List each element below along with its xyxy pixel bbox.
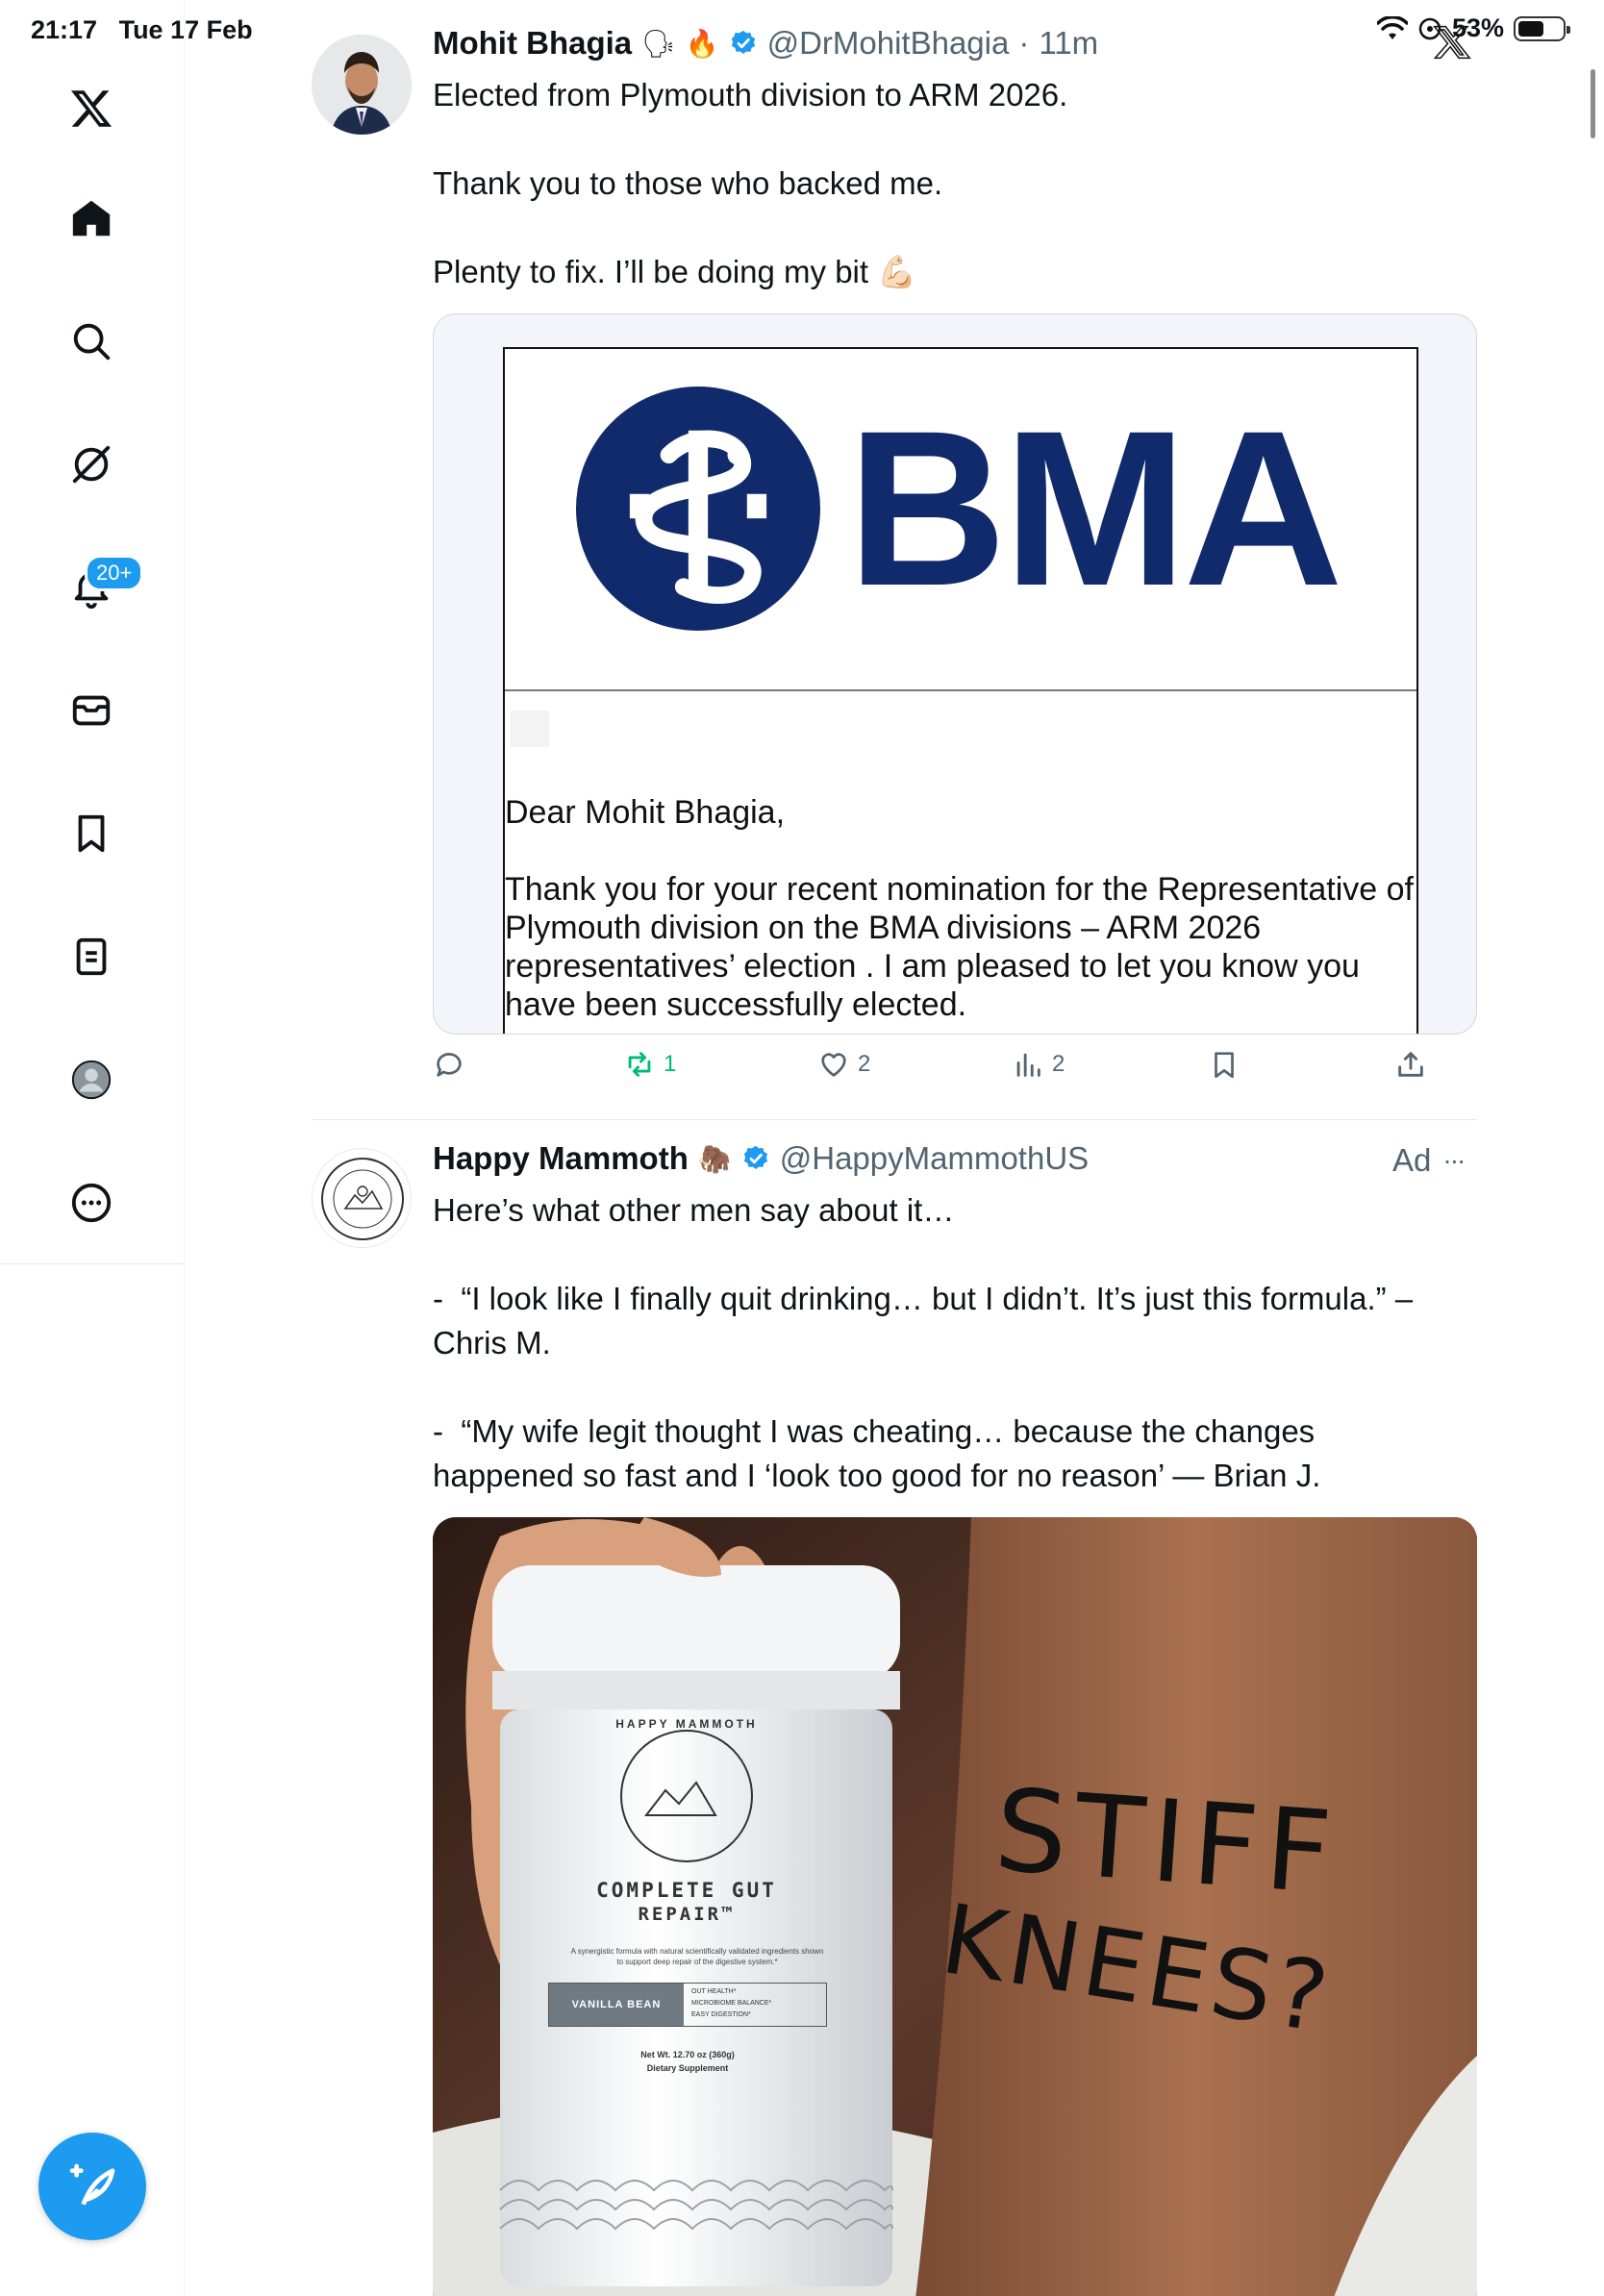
reply-icon bbox=[437, 1053, 462, 1077]
fire-emoji-icon: 🔥 bbox=[685, 28, 719, 59]
bma-emblem-icon bbox=[576, 387, 820, 631]
advertiser-handle[interactable]: @HappyMammothUS bbox=[780, 1140, 1089, 1177]
letter-salutation: Dear Mohit Bhagia, bbox=[505, 794, 786, 831]
battery-percent: 53% bbox=[1451, 13, 1504, 42]
home-icon[interactable] bbox=[62, 188, 121, 248]
product-name-line2: REPAIR™ bbox=[638, 1904, 736, 1925]
letter-redaction bbox=[511, 711, 549, 747]
like-button[interactable]: 2 bbox=[817, 1048, 870, 1081]
advertiser-avatar[interactable] bbox=[312, 1148, 412, 1248]
tweet1-header: Mohit Bhagia 🗣 🔥 @DrMohitBhagia · 11m bbox=[433, 25, 1098, 62]
product-name-line1: COMPLETE GUT bbox=[596, 1879, 777, 1902]
notifications-badge: 20+ bbox=[85, 555, 144, 591]
tweet-timestamp[interactable]: 11m bbox=[1039, 25, 1098, 62]
bookmark-button[interactable] bbox=[1208, 1048, 1241, 1081]
sidebar: 20+ bbox=[0, 0, 185, 2296]
repost-icon bbox=[628, 1052, 651, 1077]
search-icon[interactable] bbox=[62, 312, 121, 371]
letter-body: Dear Mohit Bhagia, Thank you for your re… bbox=[505, 793, 1416, 1024]
grok-icon[interactable] bbox=[62, 435, 121, 494]
like-count: 2 bbox=[858, 1051, 871, 1077]
bma-logo: BMA bbox=[576, 386, 1415, 632]
letter-paragraph: Thank you for your recent nomination for… bbox=[505, 871, 1414, 1023]
orientation-lock-icon bbox=[1418, 17, 1441, 39]
tweet1-media[interactable]: BMA Dear Mohit Bhagia, Thank you for you… bbox=[433, 313, 1477, 1035]
author-handle[interactable]: @DrMohitBhagia bbox=[767, 25, 1010, 62]
views-button[interactable]: 2 bbox=[1012, 1048, 1065, 1081]
wifi-icon bbox=[1376, 15, 1408, 39]
tweet1-text: Elected from Plymouth division to ARM 20… bbox=[433, 77, 1068, 289]
heart-icon bbox=[821, 1053, 846, 1077]
views-count: 2 bbox=[1052, 1051, 1065, 1077]
product-benefits: OUT HEALTH* MICROBIOME BALANCE* EASY DIG… bbox=[684, 1984, 826, 2026]
verified-badge-icon bbox=[731, 30, 755, 54]
speaking-head-emoji-icon: 🗣 bbox=[641, 28, 676, 59]
advertiser-name[interactable]: Happy Mammoth bbox=[433, 1140, 689, 1177]
product-brand-ring: HAPPY MAMMOTH bbox=[615, 1717, 758, 1731]
profile-avatar-icon[interactable] bbox=[62, 1050, 121, 1110]
articles-icon[interactable] bbox=[62, 927, 121, 986]
product-flavor: VANILLA BEAN bbox=[549, 1984, 684, 2026]
ad-indicator: Ad ··· bbox=[1392, 1142, 1466, 1179]
product-supplement-label: Dietary Supplement bbox=[646, 2063, 729, 2073]
benefit-1: OUT HEALTH* bbox=[691, 1988, 737, 1995]
repost-button[interactable]: 1 bbox=[623, 1048, 676, 1081]
ad-label: Ad bbox=[1392, 1142, 1432, 1178]
tweet2-header: Happy Mammoth 🦣 @HappyMammothUS bbox=[433, 1140, 1089, 1177]
benefit-2: MICROBIOME BALANCE* bbox=[691, 2000, 772, 2007]
bma-letter-image: BMA Dear Mohit Bhagia, Thank you for you… bbox=[503, 347, 1418, 1034]
status-indicators: 53% bbox=[1376, 13, 1570, 43]
share-button[interactable] bbox=[1394, 1048, 1427, 1081]
product-net-weight: Net Wt. 12.70 oz (360g) bbox=[640, 2050, 735, 2059]
more-options-icon[interactable] bbox=[62, 1173, 121, 1233]
bma-wordmark: BMA bbox=[847, 385, 1343, 632]
bookmark-icon bbox=[1215, 1052, 1234, 1079]
happy-mammoth-logo-icon bbox=[321, 1158, 404, 1240]
battery-icon bbox=[1514, 15, 1570, 41]
dot-separator: · bbox=[1018, 25, 1030, 61]
product-description: A synergistic formula with natural scien… bbox=[570, 1947, 824, 1966]
tweet1-actions: 1 2 2 bbox=[433, 1048, 1477, 1096]
mammoth-emoji-icon: 🦣 bbox=[697, 1143, 732, 1174]
compose-feather-icon bbox=[69, 2163, 115, 2206]
more-menu-button[interactable]: ··· bbox=[1442, 1145, 1466, 1176]
messages-icon[interactable] bbox=[62, 681, 121, 740]
sidebar-divider bbox=[0, 1263, 185, 1264]
tweet2-text: Here’s what other men say about it… - “I… bbox=[433, 1192, 1414, 1493]
product-flavor-box: VANILLA BEAN OUT HEALTH* MICROBIOME BALA… bbox=[548, 1983, 827, 2027]
benefit-3: EASY DIGESTION* bbox=[691, 2011, 751, 2018]
verified-badge-icon bbox=[743, 1145, 767, 1169]
author-photo-icon bbox=[312, 35, 412, 135]
repost-count: 1 bbox=[664, 1051, 677, 1077]
reply-button[interactable] bbox=[433, 1048, 465, 1081]
letter-divider bbox=[505, 689, 1416, 691]
share-icon bbox=[1398, 1052, 1423, 1077]
bookmarks-icon[interactable] bbox=[62, 804, 121, 863]
x-home-logo-icon[interactable] bbox=[62, 79, 121, 138]
views-chart-icon bbox=[1016, 1053, 1040, 1077]
scrollbar-thumb[interactable] bbox=[1591, 69, 1595, 138]
author-name[interactable]: Mohit Bhagia bbox=[433, 25, 632, 62]
tweet-separator bbox=[312, 1119, 1477, 1120]
compose-button[interactable] bbox=[38, 2133, 146, 2240]
author-avatar[interactable] bbox=[312, 35, 412, 135]
tweet2-product-image[interactable]: HAPPY MAMMOTH COMPLETE GUT REPAIR™ A syn… bbox=[433, 1517, 1477, 2296]
